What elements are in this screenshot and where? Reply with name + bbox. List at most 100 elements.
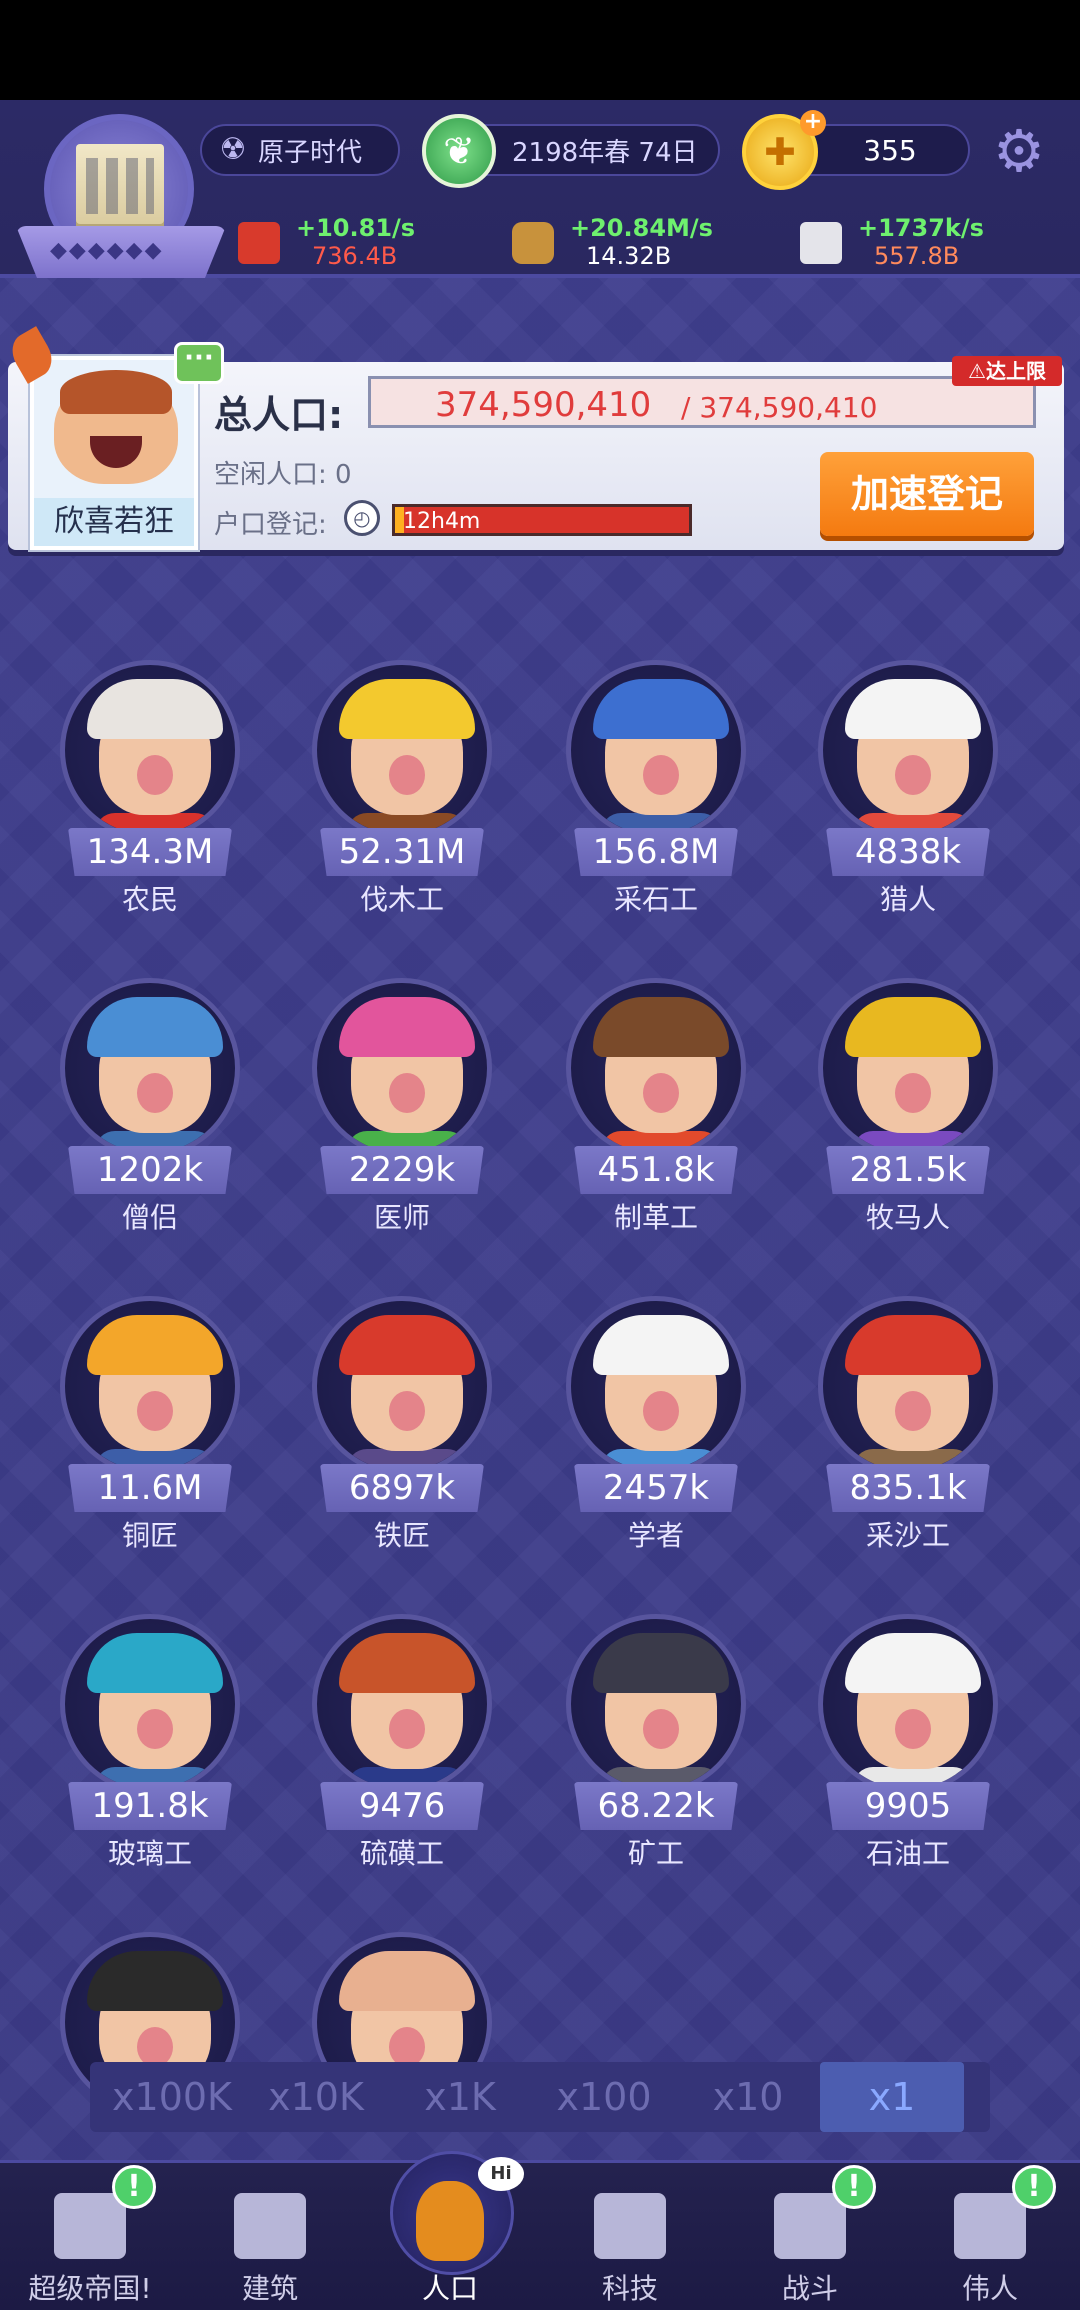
resource-total: 736.4B <box>312 242 398 270</box>
citizen-portrait[interactable]: 欣喜若狂 <box>30 356 198 550</box>
worker-avatar <box>818 1614 998 1794</box>
worker-count: 9476 <box>320 1782 484 1830</box>
nav-item[interactable]: 建筑 <box>180 2163 360 2310</box>
era-ribbon <box>16 226 226 278</box>
swords-icon <box>774 2193 846 2259</box>
era-pill[interactable]: ☢ 原子时代 <box>200 124 400 176</box>
worker-count: 11.6M <box>68 1464 232 1512</box>
book-icon <box>594 2193 666 2259</box>
worker-card[interactable]: 9905 石油工 <box>788 1574 1028 1870</box>
multiplier-option[interactable]: x10 <box>676 2062 820 2132</box>
add-coins-icon[interactable]: + <box>800 110 826 136</box>
happy-face-icon <box>54 370 178 484</box>
worker-nose <box>643 755 679 795</box>
mood-label: 欣喜若狂 <box>34 498 194 546</box>
worker-avatar <box>60 1296 240 1476</box>
worker-name: 制革工 <box>613 1201 698 1234</box>
alert-badge-icon: ! <box>112 2165 156 2209</box>
worker-hair <box>845 997 981 1057</box>
era-badge[interactable] <box>16 114 226 284</box>
worker-name: 伐木工 <box>359 883 444 916</box>
worker-count: 68.22k <box>574 1782 738 1830</box>
multiplier-option[interactable]: x10K <box>244 2062 388 2132</box>
worker-avatar <box>818 978 998 1158</box>
population-bar: 374,590,410 / 374,590,410 <box>368 376 1036 428</box>
nav-label: 人口 <box>421 2272 478 2305</box>
worker-hair <box>87 679 223 739</box>
worker-card[interactable]: 191.8k 玻璃工 <box>30 1574 270 1870</box>
worker-card[interactable]: 2229k 医师 <box>282 938 522 1234</box>
worker-card[interactable]: 4838k 猎人 <box>788 620 1028 916</box>
worker-name: 猎人 <box>879 883 936 916</box>
worker-nose <box>895 1073 931 1113</box>
person-icon <box>416 2181 484 2261</box>
worker-name: 铜匠 <box>121 1519 178 1552</box>
worker-card[interactable]: 68.22k 矿工 <box>536 1574 776 1870</box>
nav-item[interactable]: 人口 Hi <box>360 2151 540 2310</box>
worker-avatar <box>818 1296 998 1476</box>
worker-card[interactable]: 281.5k 牧马人 <box>788 938 1028 1234</box>
nav-item[interactable]: 超级帝国!! <box>0 2163 180 2310</box>
worker-avatar <box>566 660 746 840</box>
nav-item[interactable]: 伟人! <box>900 2163 1080 2310</box>
worker-name: 农民 <box>121 883 178 916</box>
worker-name: 医师 <box>373 1201 430 1234</box>
castle-icon <box>54 2193 126 2259</box>
worker-name: 采沙工 <box>865 1519 950 1552</box>
worker-card[interactable]: 1202k 僧侣 <box>30 938 270 1234</box>
worker-card[interactable]: 2457k 学者 <box>536 1256 776 1552</box>
worker-count: 2229k <box>320 1146 484 1194</box>
multiplier-option[interactable]: x100 <box>532 2062 676 2132</box>
nav-item[interactable]: 战斗! <box>720 2163 900 2310</box>
nav-label: 科技 <box>601 2272 658 2305</box>
speed-up-registration-button[interactable]: 加速登记 <box>820 452 1034 536</box>
worker-nose <box>895 755 931 795</box>
resource-rate: +10.81/s <box>296 214 416 242</box>
worker-card[interactable]: 9476 硫磺工 <box>282 1574 522 1870</box>
multiplier-option[interactable]: x1 <box>820 2062 964 2132</box>
worker-name: 僧侣 <box>121 1201 178 1234</box>
worker-nose <box>895 1391 931 1431</box>
worker-card[interactable]: 835.1k 采沙工 <box>788 1256 1028 1552</box>
worker-avatar <box>566 978 746 1158</box>
settings-gear-icon[interactable]: ⚙ <box>990 122 1048 180</box>
worker-count: 134.3M <box>68 828 232 876</box>
worker-hair <box>87 1951 223 2011</box>
worker-nose <box>643 1391 679 1431</box>
population-max: / 374,590,410 <box>681 391 878 424</box>
worker-count: 451.8k <box>574 1146 738 1194</box>
chat-bubble-icon[interactable]: ··· <box>174 342 224 384</box>
building-icon <box>76 144 164 234</box>
worker-hair <box>845 1633 981 1693</box>
worker-hair <box>593 1633 729 1693</box>
worker-nose <box>137 2027 173 2067</box>
total-population-label: 总人口: <box>214 393 344 437</box>
worker-hair <box>339 1951 475 2011</box>
multiplier-option[interactable]: x1K <box>388 2062 532 2132</box>
resource-bar: ☢ 原子时代 2198年春 74日 ❦ 355 ✚ + ⚙ +10.81/s 7… <box>0 100 1080 278</box>
worker-card[interactable]: 11.6M 铜匠 <box>30 1256 270 1552</box>
radiation-icon: ☢ <box>219 132 247 167</box>
worker-hair <box>593 679 729 739</box>
worker-hair <box>339 679 475 739</box>
multiplier-option[interactable]: x100K <box>100 2062 244 2132</box>
worker-card[interactable]: 6897k 铁匠 <box>282 1256 522 1552</box>
worker-card[interactable]: 156.8M 采石工 <box>536 620 776 916</box>
worker-count: 1202k <box>68 1146 232 1194</box>
hi-speech-bubble: Hi <box>478 2157 524 2191</box>
worker-name: 石油工 <box>865 1837 950 1870</box>
worker-name: 玻璃工 <box>107 1837 192 1870</box>
limit-reached-badge: ⚠达上限 <box>952 356 1062 386</box>
worker-nose <box>137 1391 173 1431</box>
worker-nose <box>643 1709 679 1749</box>
worker-card[interactable]: 451.8k 制革工 <box>536 938 776 1234</box>
worker-name: 铁匠 <box>373 1519 430 1552</box>
worker-hair <box>593 1315 729 1375</box>
worker-card[interactable]: 52.31M 伐木工 <box>282 620 522 916</box>
worker-card[interactable]: 134.3M 农民 <box>30 620 270 916</box>
worker-avatar <box>312 1614 492 1794</box>
nav-item[interactable]: 科技 <box>540 2163 720 2310</box>
date-label: 2198年春 74日 <box>512 137 698 168</box>
registration-time: 12h4m <box>403 509 481 534</box>
worker-nose <box>137 755 173 795</box>
